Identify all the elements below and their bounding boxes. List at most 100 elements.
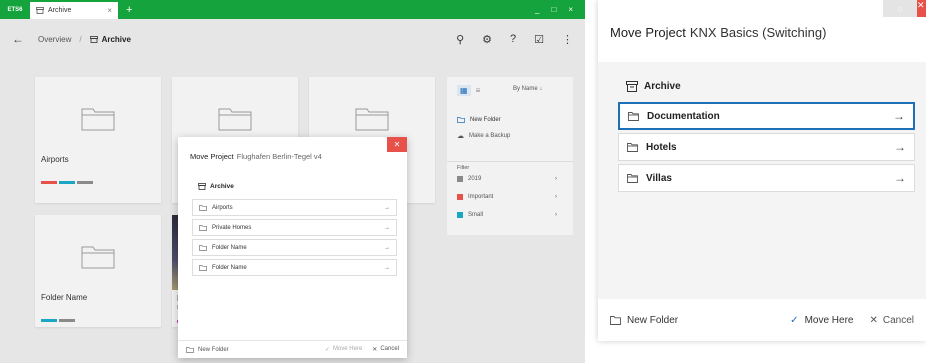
breadcrumb-separator: / xyxy=(79,34,82,44)
list-view-icon[interactable]: ≡ xyxy=(476,86,481,95)
close-window-button[interactable]: × xyxy=(568,5,573,14)
archive-icon xyxy=(89,35,98,43)
folder-label: Folder Name xyxy=(212,244,247,251)
new-folder-link[interactable]: New Folder xyxy=(457,117,501,123)
archive-root: Archive xyxy=(198,183,234,190)
move-project-dialog-small: ✕ Move Project Flughafen Berlin-Tegel v4 … xyxy=(178,137,407,358)
folder-icon xyxy=(610,315,621,325)
move-here-label: Move Here xyxy=(332,346,363,352)
nav-bar: ← Overview / Archive ⚲ ⚙ ? ☑ ⋮ xyxy=(0,19,585,59)
folder-list-item[interactable]: Private Homes → xyxy=(192,219,397,236)
breadcrumb-overview[interactable]: Overview xyxy=(38,35,71,44)
check-icon: ✓ xyxy=(324,347,330,353)
back-arrow-icon[interactable]: ← xyxy=(12,32,24,46)
tab-close-icon[interactable]: × xyxy=(107,6,112,15)
folder-icon xyxy=(199,204,207,211)
filter-2019[interactable]: 2019 › xyxy=(457,176,557,182)
folder-label: Hotels xyxy=(646,141,677,153)
arrow-right-icon: → xyxy=(384,244,390,251)
arrow-right-icon: → xyxy=(893,109,905,123)
arrow-right-icon: → xyxy=(384,224,390,231)
filter-label-small: Small xyxy=(468,212,484,218)
tab-label: Archive xyxy=(48,7,72,14)
make-backup-link[interactable]: ☁ Make a Backup xyxy=(457,132,510,140)
dialog-title-text: Move Project xyxy=(190,152,234,161)
gear-icon[interactable]: ⚙ xyxy=(482,33,492,46)
folder-list-item[interactable]: Folder Name → xyxy=(192,239,397,256)
dialog-subtitle: Flughafen Berlin-Tegel v4 xyxy=(236,152,322,161)
folder-label: Villas xyxy=(646,172,672,184)
folder-icon xyxy=(81,246,115,269)
sort-dropdown[interactable]: By Name ↓ xyxy=(513,86,542,92)
new-folder-label: New Folder xyxy=(470,117,501,123)
new-folder-button[interactable]: New Folder xyxy=(186,347,229,353)
folder-icon xyxy=(627,142,638,152)
folder-card-folder-name[interactable]: Folder Name xyxy=(35,215,161,327)
dialog-footer: New Folder ✓ Move Here ✕ Cancel xyxy=(598,299,926,341)
minimize-button[interactable]: ○ xyxy=(883,0,917,17)
cancel-label: Cancel xyxy=(380,346,399,352)
move-project-dialog-large: Move Project KNX Basics (Switching) ○ ✕ A… xyxy=(598,0,926,341)
ets-main-window: ETS6 Archive × + _ □ × ← Overview / Arch… xyxy=(0,0,585,363)
archive-icon xyxy=(626,81,638,92)
add-tab-button[interactable]: + xyxy=(126,4,132,16)
folder-list-item-villas[interactable]: Villas → xyxy=(618,164,915,192)
folder-card-airports[interactable]: Airports xyxy=(35,77,161,203)
folder-icon xyxy=(628,111,639,121)
maximize-button[interactable]: □ xyxy=(551,5,556,14)
folder-icon xyxy=(81,108,115,131)
breadcrumb-current-label: Archive xyxy=(101,34,131,44)
folder-icon xyxy=(218,108,252,131)
dialog-title-text: Move Project xyxy=(610,25,686,40)
folder-icon xyxy=(199,244,207,251)
side-panel: ▦ ≡ By Name ↓ New Folder ☁ Make a Backup… xyxy=(447,77,573,235)
more-menu-icon[interactable]: ⋮ xyxy=(562,33,573,46)
new-folder-label: New Folder xyxy=(627,314,679,326)
checkbox-icon[interactable]: ☑ xyxy=(534,33,544,46)
filter-important[interactable]: Important › xyxy=(457,194,557,200)
folder-label: Private Homes xyxy=(212,224,252,231)
new-folder-button[interactable]: New Folder xyxy=(610,315,678,326)
move-here-label: Move Here xyxy=(804,314,854,326)
title-bar: ETS6 Archive × + _ □ × xyxy=(0,0,585,19)
dialog-footer: New Folder ✓ Move Here ✕ Cancel xyxy=(178,340,407,358)
folder-list-item[interactable]: Airports → xyxy=(192,199,397,216)
new-folder-label: New Folder xyxy=(198,346,229,353)
folder-list-item-hotels[interactable]: Hotels → xyxy=(618,133,915,161)
dialog-title: Move Project KNX Basics (Switching) xyxy=(610,25,826,40)
chevron-right-icon: › xyxy=(555,176,557,182)
cancel-button[interactable]: ✕ Cancel xyxy=(372,346,399,353)
filter-label-important: Important xyxy=(468,194,494,200)
tab-archive[interactable]: Archive × xyxy=(30,2,118,19)
arrow-right-icon: → xyxy=(894,171,906,185)
folder-icon xyxy=(186,346,194,353)
sort-label: By Name ↓ xyxy=(513,86,543,92)
move-here-button[interactable]: ✓ Move Here xyxy=(325,346,362,353)
move-here-button[interactable]: ✓ Move Here xyxy=(790,315,853,326)
minimize-button[interactable]: _ xyxy=(535,5,539,14)
view-toggle: ▦ ≡ xyxy=(457,85,480,96)
help-icon[interactable]: ? xyxy=(510,33,516,46)
filter-small[interactable]: Small › xyxy=(457,212,557,218)
folder-list-item[interactable]: Folder Name → xyxy=(192,259,397,276)
tag-swatch xyxy=(457,176,463,182)
folder-label: Folder Name xyxy=(212,264,247,271)
dialog-body: Archive Documentation → Hotels → Villas … xyxy=(598,62,926,299)
archive-label: Archive xyxy=(644,81,681,92)
card-title: Folder Name xyxy=(41,293,88,302)
close-icon: ✕ xyxy=(869,314,878,326)
arrow-right-icon: → xyxy=(384,204,390,211)
arrow-right-icon: → xyxy=(384,264,390,271)
grid-view-icon[interactable]: ▦ xyxy=(457,85,471,96)
dialog-title: Move Project Flughafen Berlin-Tegel v4 xyxy=(190,152,322,161)
folder-list-item-documentation[interactable]: Documentation → xyxy=(618,102,915,130)
archive-root: Archive xyxy=(626,81,681,92)
filter-section: Filter xyxy=(447,161,573,171)
close-dialog-button[interactable]: ✕ xyxy=(387,137,407,152)
archive-label: Archive xyxy=(210,183,234,190)
close-dialog-button[interactable]: ✕ xyxy=(917,0,926,17)
cancel-button[interactable]: ✕ Cancel xyxy=(869,315,914,326)
folder-icon xyxy=(457,117,465,123)
search-icon[interactable]: ⚲ xyxy=(456,33,464,46)
tag-bar xyxy=(77,181,93,184)
